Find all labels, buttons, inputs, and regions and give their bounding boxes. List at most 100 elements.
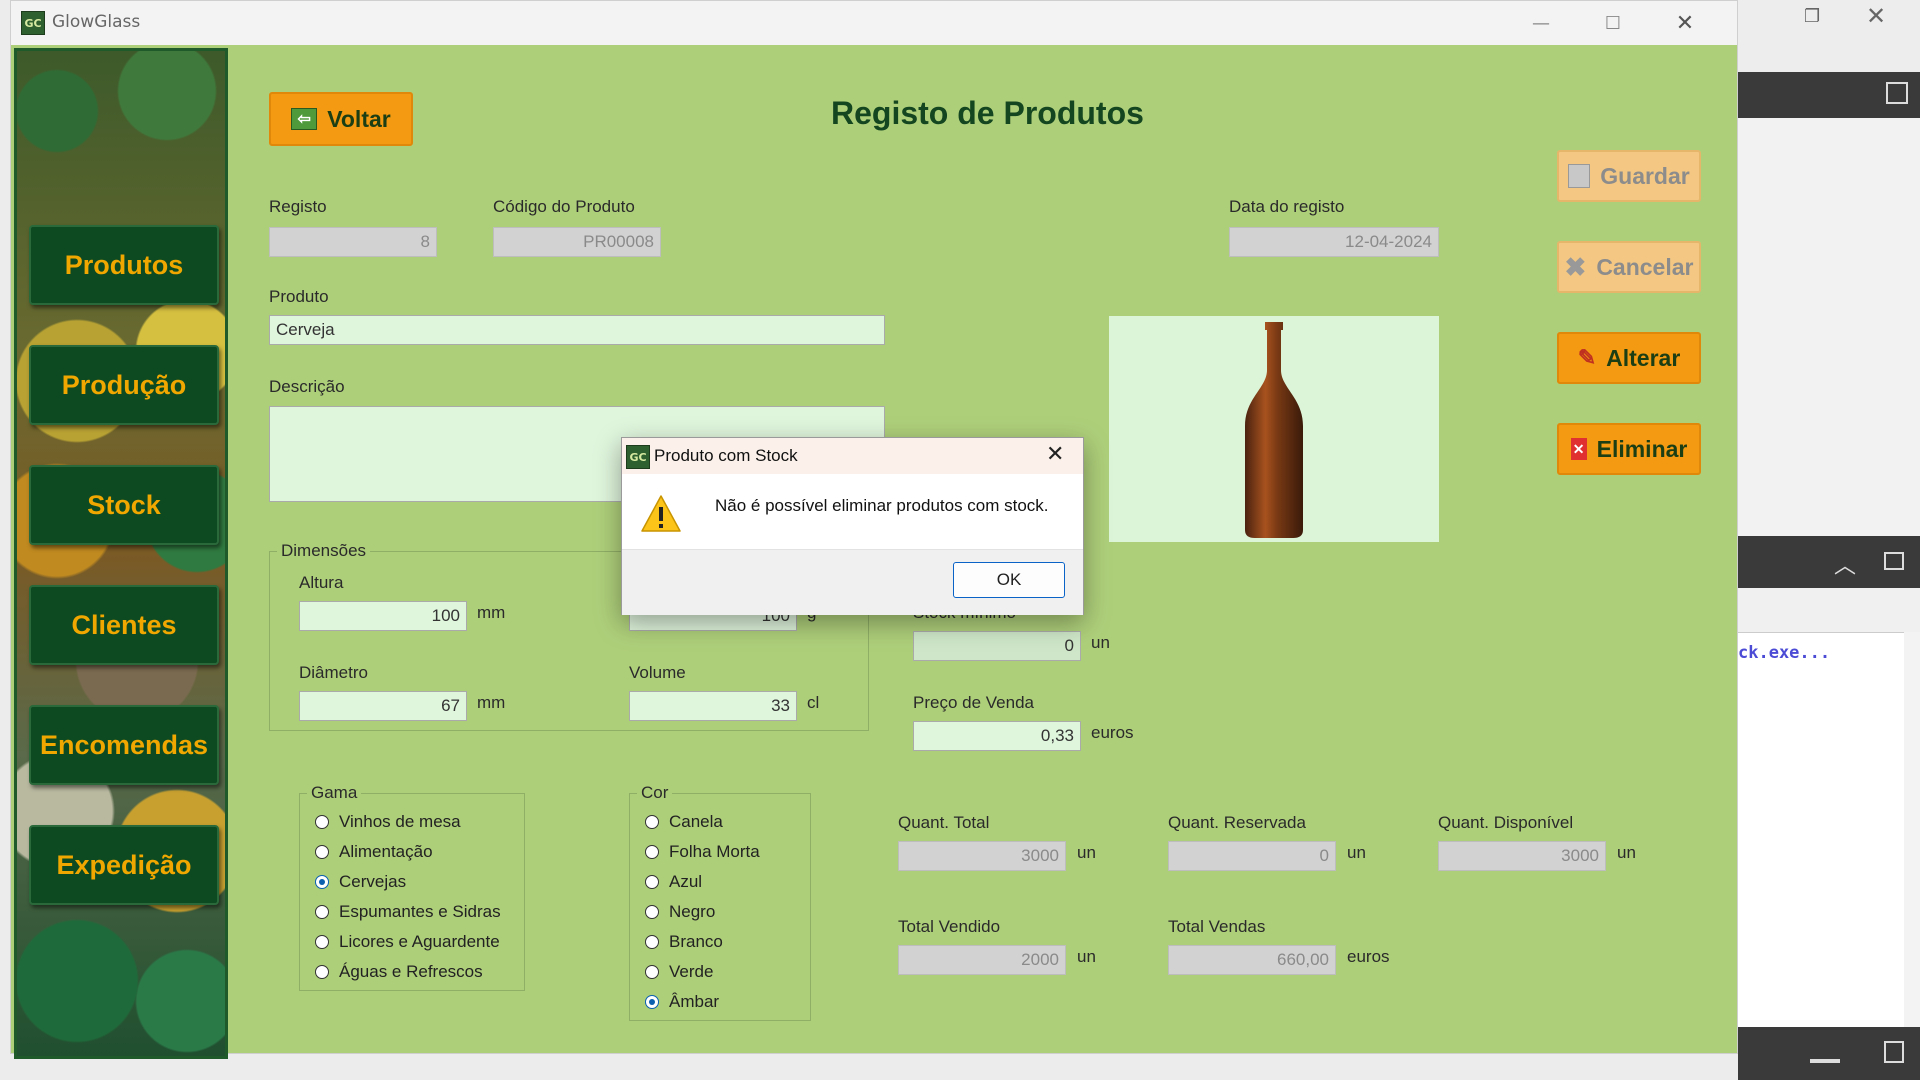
- produto-input[interactable]: Cerveja: [269, 315, 885, 345]
- quant-total-field: 3000: [898, 841, 1066, 871]
- volume-input[interactable]: 33: [629, 691, 797, 721]
- preco-input[interactable]: 0,33: [913, 721, 1081, 751]
- quant-total-unit: un: [1077, 843, 1096, 862]
- cor-option-label: Âmbar: [669, 992, 720, 1011]
- cancel-icon: ✖: [1564, 251, 1587, 282]
- altura-label: Altura: [299, 573, 344, 592]
- codigo-field: PR00008: [493, 227, 661, 257]
- panel-icon[interactable]: [1884, 552, 1904, 570]
- sidebar: [14, 48, 228, 1059]
- gama-option-espumantes[interactable]: Espumantes e Sidras: [315, 897, 501, 927]
- gama-option-label: Licores e Aguardente: [339, 932, 500, 951]
- sidebar-item-produtos[interactable]: Produtos: [29, 225, 219, 305]
- tray-icon[interactable]: [1810, 1041, 1840, 1063]
- gama-option-vinhos[interactable]: Vinhos de mesa: [315, 807, 501, 837]
- background-output: [1738, 632, 1904, 1028]
- cor-option-label: Canela: [669, 812, 723, 831]
- gama-option-label: Vinhos de mesa: [339, 812, 461, 831]
- dialog-message: Não é possível eliminar produtos com sto…: [715, 496, 1049, 515]
- gama-option-licores[interactable]: Licores e Aguardente: [315, 927, 501, 957]
- maximize-icon[interactable]: ☐: [1585, 1, 1641, 45]
- back-button[interactable]: ⇦ Voltar: [269, 92, 413, 146]
- cancel-button[interactable]: ✖ Cancelar: [1557, 241, 1701, 293]
- cor-option-label: Verde: [669, 962, 714, 981]
- diametro-unit: mm: [477, 693, 506, 712]
- descricao-label: Descrição: [269, 377, 345, 396]
- cor-option-verde[interactable]: Verde: [645, 957, 760, 987]
- background-output-text: ck.exe...: [1738, 643, 1831, 663]
- close-icon[interactable]: ✕: [1866, 2, 1886, 30]
- total-vendas-field: 660,00: [1168, 945, 1336, 975]
- radio-icon: [315, 815, 329, 829]
- registo-field: 8: [269, 227, 437, 257]
- cor-option-ambar[interactable]: Âmbar: [645, 987, 760, 1017]
- scrollbar[interactable]: [1904, 632, 1920, 1027]
- sidebar-item-expedicao[interactable]: Expedição: [29, 825, 219, 905]
- gama-option-label: Alimentação: [339, 842, 433, 861]
- gama-option-alimentacao[interactable]: Alimentação: [315, 837, 501, 867]
- edit-button-label: Alterar: [1606, 344, 1681, 371]
- radio-icon: [645, 845, 659, 859]
- radio-icon: [315, 905, 329, 919]
- save-button[interactable]: Guardar: [1557, 150, 1701, 202]
- quant-disponivel-unit: un: [1617, 843, 1636, 862]
- gama-option-label: Cervejas: [339, 872, 407, 891]
- cor-option-canela[interactable]: Canela: [645, 807, 760, 837]
- sidebar-item-clientes[interactable]: Clientes: [29, 585, 219, 665]
- dialog-close-icon[interactable]: ✕: [1046, 442, 1064, 467]
- gama-option-cervejas[interactable]: Cervejas: [315, 867, 501, 897]
- stock-minimo-unit: un: [1091, 633, 1110, 652]
- stock-minimo-input[interactable]: 0: [913, 631, 1081, 661]
- close-icon[interactable]: ✕: [1657, 1, 1713, 45]
- quant-reservada-field: 0: [1168, 841, 1336, 871]
- quant-reservada-label: Quant. Reservada: [1168, 813, 1306, 832]
- delete-button-label: Eliminar: [1596, 435, 1688, 462]
- sidebar-item-producao[interactable]: Produção: [29, 345, 219, 425]
- gama-option-aguas[interactable]: Águas e Refrescos: [315, 957, 501, 987]
- edit-button[interactable]: ✎ Alterar: [1557, 332, 1701, 384]
- dimensoes-label: Dimensões: [277, 541, 371, 561]
- background-panel-header: ︿: [1738, 536, 1920, 588]
- layout-icon[interactable]: [1886, 82, 1908, 104]
- diametro-input[interactable]: 67: [299, 691, 467, 721]
- cor-option-branco[interactable]: Branco: [645, 927, 760, 957]
- back-button-label: Voltar: [327, 105, 391, 132]
- total-vendas-unit: euros: [1347, 947, 1390, 966]
- cor-option-azul[interactable]: Azul: [645, 867, 760, 897]
- cor-option-negro[interactable]: Negro: [645, 897, 760, 927]
- ok-button[interactable]: OK: [953, 562, 1065, 598]
- gama-option-label: Águas e Refrescos: [339, 962, 483, 981]
- gama-options: Vinhos de mesa Alimentação Cervejas Espu…: [315, 807, 501, 987]
- cor-option-folha-morta[interactable]: Folha Morta: [645, 837, 760, 867]
- gama-option-label: Espumantes e Sidras: [339, 902, 501, 921]
- chevron-up-icon[interactable]: ︿: [1834, 548, 1856, 580]
- radio-icon: [315, 965, 329, 979]
- cor-label: Cor: [637, 783, 673, 803]
- altura-unit: mm: [477, 603, 506, 622]
- background-app-titlebar: ❐ ✕: [1738, 0, 1920, 72]
- diametro-label: Diâmetro: [299, 663, 368, 682]
- cor-option-label: Azul: [669, 872, 703, 891]
- dialog-title-bar: GC Produto com Stock ✕: [622, 438, 1083, 474]
- quant-total-label: Quant. Total: [898, 813, 990, 832]
- split-icon[interactable]: [1884, 1041, 1904, 1063]
- app-logo-icon: GC: [21, 11, 45, 35]
- quant-disponivel-field: 3000: [1438, 841, 1606, 871]
- radio-icon: [645, 875, 659, 889]
- sidebar-item-encomendas[interactable]: Encomendas: [29, 705, 219, 785]
- page-title: Registo de Produtos: [831, 95, 1144, 131]
- preco-label: Preço de Venda: [913, 693, 1034, 712]
- sidebar-item-stock[interactable]: Stock: [29, 465, 219, 545]
- radio-icon: [645, 905, 659, 919]
- volume-unit: cl: [807, 693, 820, 712]
- gama-label: Gama: [307, 783, 362, 803]
- bottle-icon: [1245, 322, 1303, 538]
- restore-icon[interactable]: ❐: [1804, 6, 1820, 27]
- delete-button[interactable]: ✕ Eliminar: [1557, 423, 1701, 475]
- altura-input[interactable]: 100: [299, 601, 467, 631]
- total-vendas-label: Total Vendas: [1168, 917, 1266, 936]
- quant-disponivel-label: Quant. Disponível: [1438, 813, 1574, 832]
- message-dialog: GC Produto com Stock ✕ Não é possível el…: [621, 437, 1084, 615]
- minimize-icon[interactable]: —: [1513, 1, 1569, 45]
- radio-icon: [645, 935, 659, 949]
